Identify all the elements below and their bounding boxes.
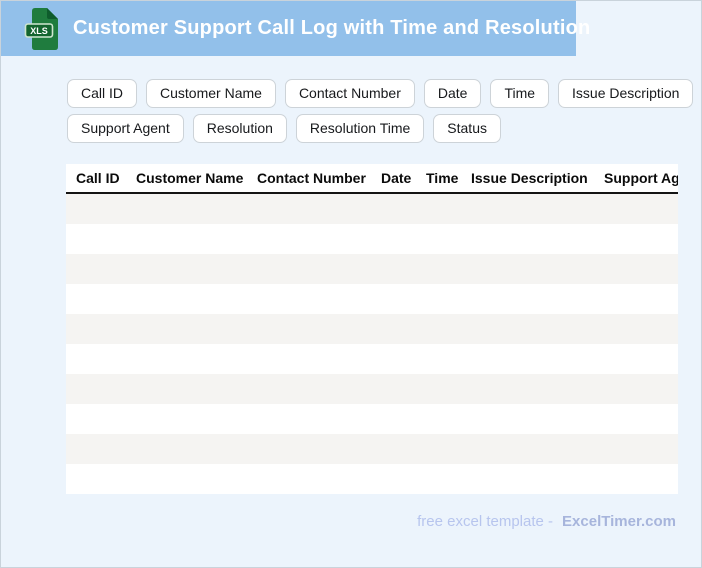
column-header-date: Date	[381, 170, 412, 186]
field-chip-call-id[interactable]: Call ID	[67, 79, 138, 108]
column-header-call-id: Call ID	[76, 170, 120, 186]
svg-text:XLS: XLS	[30, 26, 48, 36]
table-row	[66, 374, 678, 404]
call-log-table: Call ID Customer Name Contact Number Date Ti…	[66, 164, 678, 494]
table-row	[66, 254, 678, 284]
column-header-contact-number: Contact Number	[257, 170, 366, 186]
field-chips-row-2: Support Agent Resolution Resolution Time St…	[67, 114, 693, 143]
field-chip-contact-number[interactable]: Contact Number	[284, 79, 415, 108]
footer-brand-link[interactable]: ExcelTimer.com	[562, 513, 676, 530]
field-chip-time[interactable]: Time	[490, 79, 550, 108]
table-body	[66, 194, 678, 494]
field-chips-row-1: Call ID Customer Name Contact Number Date Ti…	[67, 79, 694, 108]
table-row	[66, 464, 678, 494]
field-chip-support-agent[interactable]: Support Agent	[67, 114, 184, 143]
header-bar: XLS Customer Support Call Log with Time …	[1, 1, 590, 56]
field-chip-issue-description[interactable]: Issue Description	[558, 79, 694, 108]
field-chip-resolution-time[interactable]: Resolution Time	[295, 114, 425, 143]
field-chip-customer-name[interactable]: Customer Name	[146, 79, 276, 108]
table-row	[66, 434, 678, 464]
footer-text: free excel template -	[417, 513, 554, 530]
table-header-row: Call ID Customer Name Contact Number Date Ti…	[66, 164, 678, 194]
column-header-issue-description: Issue Description	[471, 170, 588, 186]
field-chip-status[interactable]: Status	[433, 114, 501, 143]
field-chips: Call ID Customer Name Contact Number Date Ti…	[67, 79, 694, 143]
page: { "header": { "title": "Customer Support…	[0, 0, 702, 568]
table-row	[66, 224, 678, 254]
page-title: Customer Support Call Log with Time and …	[73, 17, 591, 39]
column-header-support-agent: Support Agent	[604, 170, 678, 186]
table-row	[66, 194, 678, 224]
table-row	[66, 314, 678, 344]
field-chip-resolution[interactable]: Resolution	[192, 114, 287, 143]
column-header-time: Time	[426, 170, 459, 186]
table-row	[66, 404, 678, 434]
column-header-customer-name: Customer Name	[136, 170, 244, 186]
table-row	[66, 284, 678, 314]
xls-file-icon: XLS	[24, 7, 58, 50]
field-chip-date[interactable]: Date	[423, 79, 482, 108]
table-row	[66, 344, 678, 374]
footer: free excel template - ExcelTimer.com	[417, 513, 676, 530]
